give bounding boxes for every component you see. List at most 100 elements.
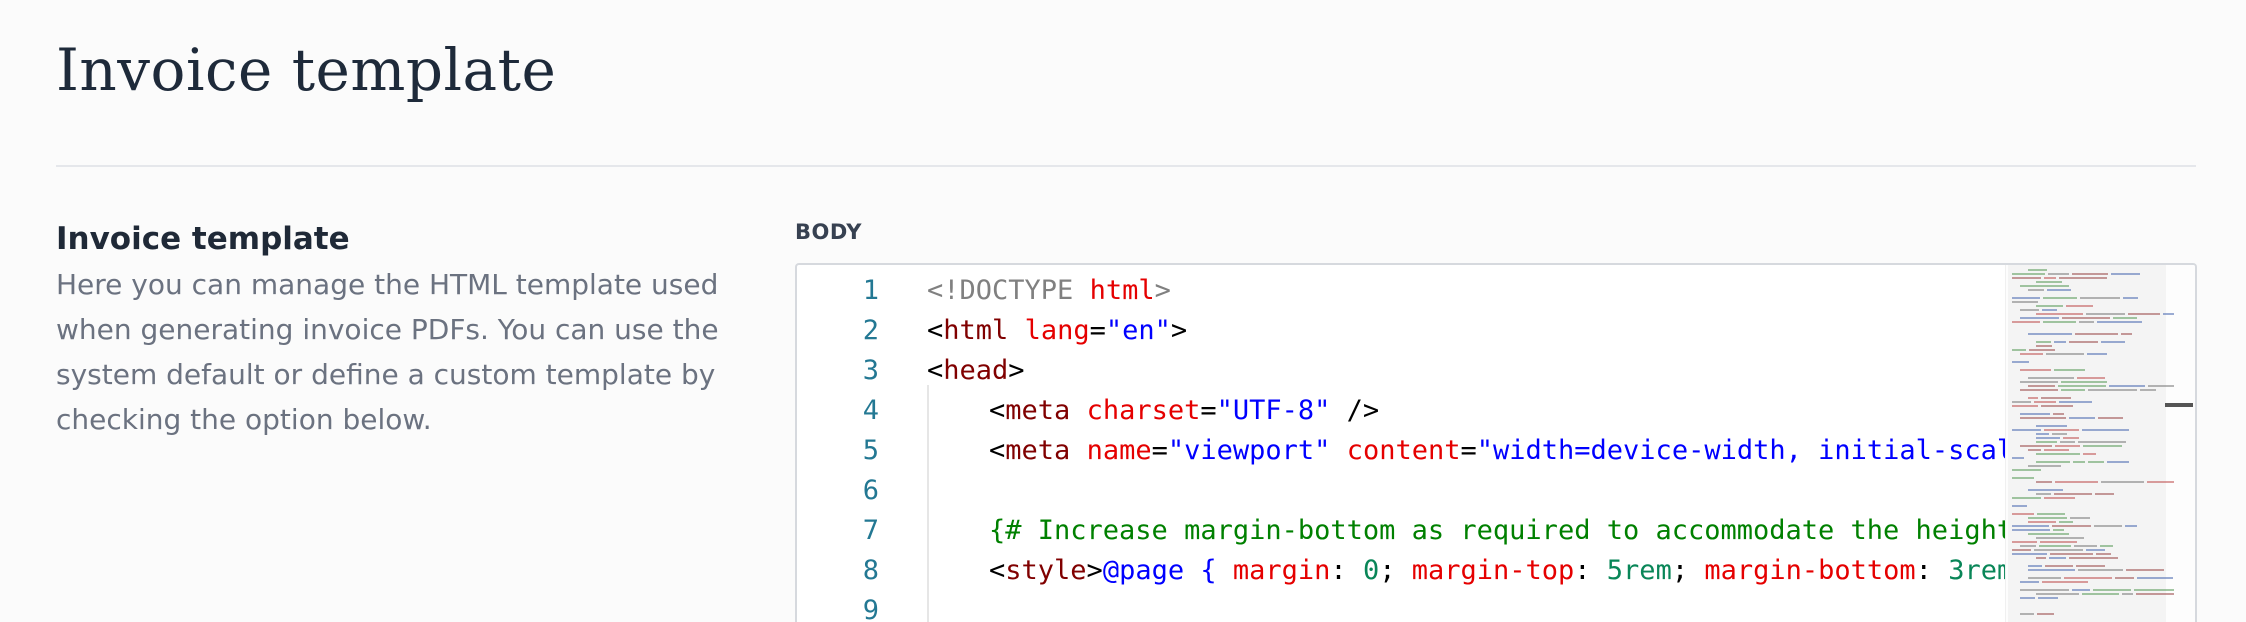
minimap-line bbox=[2028, 565, 2042, 567]
minimap-line bbox=[2041, 405, 2073, 407]
minimap-line bbox=[2012, 505, 2027, 507]
minimap-line bbox=[2121, 333, 2132, 335]
code-token: ; bbox=[1379, 555, 1412, 586]
minimap-line bbox=[2028, 377, 2074, 379]
minimap-line bbox=[2086, 549, 2105, 551]
minimap-line bbox=[2042, 581, 2088, 583]
minimap-line bbox=[2036, 557, 2046, 559]
minimap-line bbox=[2072, 589, 2090, 591]
minimap-line bbox=[2062, 317, 2110, 319]
minimap-line bbox=[2012, 529, 2050, 531]
minimap-line bbox=[2072, 273, 2108, 275]
minimap-line bbox=[2036, 453, 2080, 455]
minimap-line bbox=[2036, 481, 2052, 483]
minimap-line bbox=[2020, 317, 2059, 319]
line-number: 3 bbox=[862, 355, 879, 386]
code-token: < bbox=[989, 435, 1006, 466]
code-token: margin-top bbox=[1411, 555, 1575, 586]
minimap-line bbox=[2147, 481, 2174, 483]
line-number: 2 bbox=[862, 315, 879, 346]
minimap-line bbox=[2028, 289, 2044, 291]
minimap-line bbox=[2083, 453, 2096, 455]
minimap-line bbox=[2012, 457, 2024, 459]
minimap-line bbox=[2055, 445, 2080, 447]
line-code: <head> bbox=[927, 351, 2007, 391]
line-number: 1 bbox=[862, 275, 879, 306]
minimap-line bbox=[2036, 341, 2051, 343]
code-line[interactable]: 3 <head> bbox=[797, 351, 2007, 391]
minimap-line bbox=[2020, 581, 2039, 583]
minimap-line bbox=[2043, 321, 2076, 323]
code-line[interactable]: 1 <!DOCTYPE html> bbox=[797, 271, 2007, 311]
minimap-line bbox=[2039, 545, 2071, 547]
minimap-line bbox=[2012, 525, 2049, 527]
minimap-line bbox=[2020, 381, 2058, 383]
minimap-line bbox=[2049, 557, 2066, 559]
minimap-line bbox=[2096, 553, 2111, 555]
page-title: Invoice template bbox=[56, 36, 557, 104]
minimap-line bbox=[2036, 461, 2070, 463]
line-code: <!DOCTYPE html> bbox=[927, 271, 2007, 311]
minimap-line bbox=[2137, 577, 2173, 579]
minimap-line bbox=[2036, 537, 2084, 539]
minimap-line bbox=[2044, 429, 2079, 431]
code-token: 0 bbox=[1362, 555, 1380, 586]
minimap-line bbox=[2028, 569, 2075, 571]
minimap-line bbox=[2043, 297, 2077, 299]
minimap-line bbox=[2020, 545, 2036, 547]
line-code: <meta name="viewport" content="width=dev… bbox=[989, 431, 2007, 471]
minimap-line bbox=[2020, 353, 2043, 355]
minimap-line bbox=[2037, 613, 2054, 615]
minimap-line bbox=[2012, 273, 2045, 275]
minimap-line bbox=[2020, 413, 2050, 415]
minimap[interactable] bbox=[2005, 265, 2195, 622]
minimap-line bbox=[2020, 309, 2039, 311]
minimap-line bbox=[2012, 297, 2040, 299]
body-field-label: BODY bbox=[795, 220, 862, 244]
code-token: > bbox=[1086, 555, 1103, 586]
minimap-line bbox=[2048, 273, 2069, 275]
minimap-line bbox=[2053, 413, 2064, 415]
code-line[interactable]: 6 bbox=[797, 471, 2007, 511]
code-token: : bbox=[1330, 555, 1363, 586]
minimap-line bbox=[2036, 345, 2052, 347]
minimap-line bbox=[2086, 313, 2125, 315]
code-line[interactable]: 8 <style>@page { margin: 0; margin-top: 5… bbox=[797, 551, 2007, 591]
minimap-line bbox=[2061, 389, 2085, 391]
code-line[interactable]: 2 <html lang="en"> bbox=[797, 311, 2007, 351]
line-number: 5 bbox=[862, 435, 879, 466]
minimap-line bbox=[2046, 353, 2084, 355]
minimap-line bbox=[2036, 593, 2079, 595]
code-editor[interactable]: 1 <!DOCTYPE html> 2 <html lang="en"> 3 <head>… bbox=[795, 263, 2197, 622]
minimap-line bbox=[2109, 385, 2145, 387]
line-number: 6 bbox=[862, 475, 879, 506]
minimap-line bbox=[2148, 385, 2174, 387]
minimap-line bbox=[2095, 493, 2114, 495]
code-line[interactable]: 4 <meta charset="UTF-8" /> bbox=[797, 391, 2007, 431]
minimap-line bbox=[2020, 445, 2052, 447]
minimap-line bbox=[2163, 313, 2174, 315]
code-line[interactable]: 9 bbox=[797, 591, 2007, 622]
minimap-line bbox=[2028, 521, 2056, 523]
code-line[interactable]: 7 {# Increase margin-bottom as required t… bbox=[797, 511, 2007, 551]
section-description: Here you can manage the HTML template us… bbox=[56, 268, 719, 436]
minimap-line bbox=[2045, 565, 2073, 567]
code-token: html bbox=[1089, 275, 1155, 306]
minimap-line bbox=[2082, 429, 2129, 431]
minimap-line bbox=[2054, 493, 2092, 495]
minimap-line bbox=[2012, 277, 2041, 279]
minimap-line bbox=[2061, 381, 2107, 383]
minimap-line bbox=[2020, 369, 2051, 371]
code-line[interactable]: 5 <meta name="viewport" content="width=de… bbox=[797, 431, 2007, 471]
code-token: @page bbox=[1102, 555, 1185, 586]
minimap-line bbox=[2020, 597, 2035, 599]
code-token: { bbox=[1184, 555, 1233, 586]
code-token: : bbox=[1915, 555, 1949, 586]
minimap-line bbox=[2029, 349, 2055, 351]
minimap-line bbox=[2020, 389, 2058, 391]
code-token: 3rem bbox=[1948, 555, 2007, 586]
minimap-line bbox=[2036, 437, 2060, 439]
minimap-line bbox=[2028, 517, 2067, 519]
